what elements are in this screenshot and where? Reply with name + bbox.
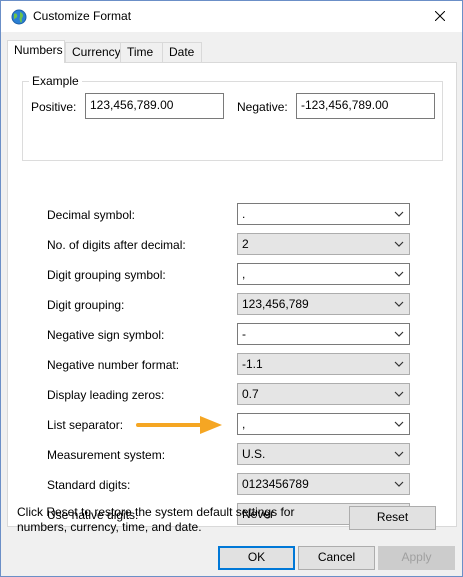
digits-after-decimal-label: No. of digits after decimal: [47,238,186,252]
chevron-down-icon[interactable] [393,238,405,250]
list-separator-combo[interactable]: , [237,413,410,435]
tab-date[interactable]: Date [162,42,202,62]
measurement-system-select[interactable]: U.S. [237,443,410,465]
chevron-down-icon[interactable] [393,478,405,490]
tab-time[interactable]: Time [120,42,163,62]
chevron-down-icon[interactable] [393,298,405,310]
positive-example-field: 123,456,789.00 [85,93,224,119]
chevron-down-icon[interactable] [393,388,405,400]
title-bar: Customize Format [1,1,462,32]
chevron-down-icon[interactable] [393,208,405,220]
negative-sign-symbol-combo[interactable]: - [237,323,410,345]
dialog-body: Numbers Currency Time Date Example Posit… [1,32,462,537]
negative-number-format-label: Negative number format: [47,358,180,372]
display-leading-zeros-select[interactable]: 0.7 [237,383,410,405]
digit-grouping-value: 123,456,789 [242,297,309,311]
list-separator-label: List separator: [47,418,124,432]
display-leading-zeros-value: 0.7 [242,387,259,401]
reset-button[interactable]: Reset [349,506,436,530]
example-group-label: Example [29,74,82,88]
decimal-symbol-combo[interactable]: . [237,203,410,225]
cancel-button[interactable]: Cancel [298,546,375,570]
digits-after-decimal-select[interactable]: 2 [237,233,410,255]
customize-format-dialog: Customize Format Numbers Currency Time D… [0,0,463,577]
display-leading-zeros-label: Display leading zeros: [47,388,165,402]
chevron-down-icon[interactable] [393,418,405,430]
chevron-down-icon[interactable] [393,268,405,280]
standard-digits-label: Standard digits: [47,478,131,492]
ok-button[interactable]: OK [218,546,295,570]
decimal-symbol-label: Decimal symbol: [47,208,136,222]
standard-digits-value: 0123456789 [242,477,309,491]
negative-label: Negative: [237,100,288,114]
measurement-system-label: Measurement system: [47,448,166,462]
negative-number-format-value: -1.1 [242,357,263,371]
tab-currency[interactable]: Currency [65,42,121,62]
numbers-tab-panel: Example Positive: 123,456,789.00 Negativ… [7,62,457,527]
globe-icon [11,9,27,25]
decimal-symbol-value: . [242,207,246,221]
digit-grouping-symbol-combo[interactable]: , [237,263,410,285]
chevron-down-icon[interactable] [393,448,405,460]
negative-number-format-select[interactable]: -1.1 [237,353,410,375]
dialog-button-bar: OK Cancel Apply [1,537,462,576]
reset-description: Click Reset to restore the system defaul… [17,505,295,534]
chevron-down-icon[interactable] [393,328,405,340]
example-group: Example Positive: 123,456,789.00 Negativ… [22,74,443,161]
chevron-down-icon[interactable] [393,358,405,370]
negative-sign-symbol-label: Negative sign symbol: [47,328,165,342]
close-button[interactable] [418,1,462,31]
tab-numbers[interactable]: Numbers [7,40,65,63]
negative-example-field: -123,456,789.00 [296,93,435,119]
standard-digits-select[interactable]: 0123456789 [237,473,410,495]
digits-after-decimal-value: 2 [242,237,249,251]
digit-grouping-label: Digit grouping: [47,298,125,312]
digit-grouping-select[interactable]: 123,456,789 [237,293,410,315]
measurement-system-value: U.S. [242,447,266,461]
negative-sign-symbol-value: - [242,327,246,341]
positive-label: Positive: [31,100,77,114]
window-title: Customize Format [33,9,132,23]
digit-grouping-symbol-value: , [242,267,246,281]
list-separator-value: , [242,417,246,431]
digit-grouping-symbol-label: Digit grouping symbol: [47,268,166,282]
arrow-right-icon [136,416,222,434]
apply-button: Apply [378,546,455,570]
close-icon [435,11,445,21]
